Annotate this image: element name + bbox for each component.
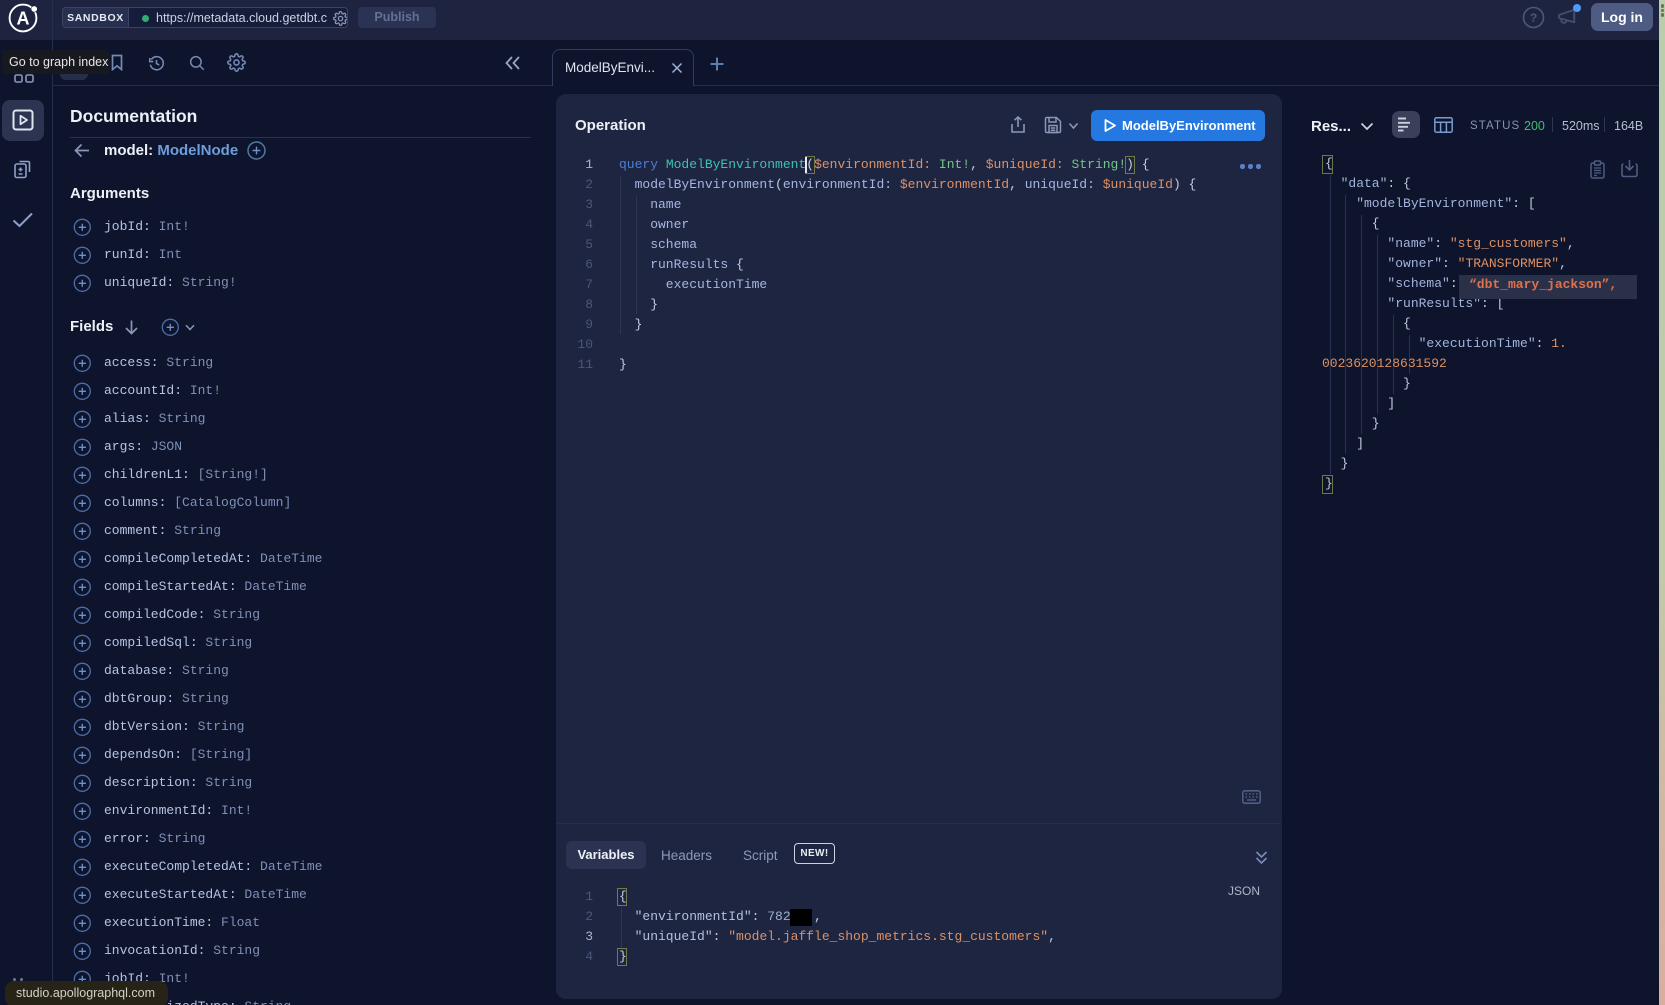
- svg-text:?: ?: [1530, 11, 1537, 25]
- svg-text:A: A: [17, 9, 30, 29]
